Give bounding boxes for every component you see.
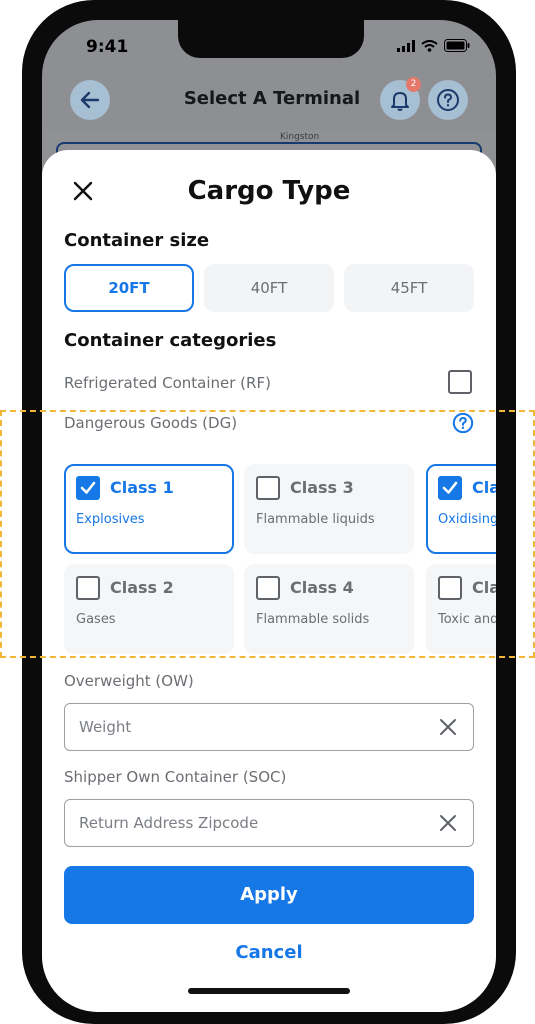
dg-class-4-card[interactable]: Class 4 Flammable solids [244, 564, 414, 654]
dg-class-3-checkbox[interactable] [256, 476, 280, 500]
check-icon [442, 481, 458, 494]
notifications-button[interactable]: 2 [380, 77, 421, 120]
dg-class-3-card[interactable]: Class 3 Flammable liquids [244, 464, 414, 554]
zipcode-input[interactable] [79, 810, 419, 836]
sheet-title: Cargo Type [187, 176, 351, 206]
question-circle-icon[interactable] [452, 412, 474, 434]
dg-class-1-checkbox[interactable] [76, 476, 100, 500]
dg-class-name: Class 2 [110, 578, 174, 597]
home-indicator[interactable] [188, 988, 350, 994]
dg-class-name: Class 3 [290, 478, 354, 497]
dg-class-desc: Gases [76, 612, 116, 627]
bell-icon [391, 92, 409, 111]
dg-class-1-card[interactable]: Class 1 Explosives [64, 464, 234, 554]
status-time: 9:41 [86, 37, 129, 57]
cancel-button[interactable]: Cancel [169, 942, 369, 963]
dg-class-desc: Flammable solids [256, 612, 370, 627]
refrigerated-label: Refrigerated Container (RF) [64, 374, 271, 392]
dg-class-5-checkbox[interactable] [438, 476, 462, 500]
dg-class-6-card[interactable]: Cla Toxic and substanc [426, 564, 496, 654]
dg-class-desc: Flammable liquids [256, 512, 375, 527]
weight-input[interactable] [79, 714, 419, 740]
dg-class-5-card[interactable]: Cla Oxidising & organic [426, 464, 496, 554]
battery-icon [444, 39, 470, 52]
question-circle-icon [437, 89, 459, 111]
status-icons [397, 39, 470, 52]
status-bar: 9:41 [42, 20, 496, 70]
arrow-left-icon [80, 91, 100, 109]
close-icon[interactable] [439, 814, 457, 832]
size-option-45ft[interactable]: 45FT [344, 264, 474, 312]
overweight-label: Overweight (OW) [64, 672, 194, 690]
signal-icon [397, 39, 415, 52]
phone-screen: 9:41 Select A Terminal 2 Kingston Cargo … [42, 20, 496, 1012]
refrigerated-checkbox[interactable] [448, 370, 472, 394]
dg-class-2-checkbox[interactable] [76, 576, 100, 600]
container-size-title: Container size [64, 230, 210, 251]
dangerous-goods-label: Dangerous Goods (DG) [64, 414, 238, 432]
size-option-20ft[interactable]: 20FT [64, 264, 194, 312]
dg-class-desc: Explosives [76, 512, 145, 527]
dg-class-name: Cla [472, 478, 496, 497]
size-option-40ft[interactable]: 40FT [204, 264, 334, 312]
close-icon[interactable] [439, 718, 457, 736]
notification-badge: 2 [406, 77, 421, 92]
dg-class-name: Cla [472, 578, 496, 597]
weight-field[interactable] [64, 703, 474, 751]
check-icon [80, 481, 96, 494]
cargo-type-sheet: Cargo Type Container size 20FT 40FT 45FT… [42, 150, 496, 1012]
back-button[interactable] [70, 80, 110, 120]
dg-class-name: Class 1 [110, 478, 174, 497]
dg-class-4-checkbox[interactable] [256, 576, 280, 600]
page-title: Select A Terminal [183, 88, 361, 109]
map-place-label: Kingston [280, 132, 320, 142]
apply-button[interactable]: Apply [64, 866, 474, 924]
dg-class-name: Class 4 [290, 578, 354, 597]
wifi-icon [421, 39, 438, 52]
container-categories-title: Container categories [64, 330, 277, 351]
soc-label: Shipper Own Container (SOC) [64, 768, 287, 786]
dg-class-desc: Toxic and substanc [438, 612, 496, 627]
dg-class-desc: Oxidising & organic [438, 512, 496, 527]
dg-class-2-card[interactable]: Class 2 Gases [64, 564, 234, 654]
app-header: Select A Terminal 2 [42, 70, 496, 130]
dg-class-6-checkbox[interactable] [438, 576, 462, 600]
help-button[interactable] [428, 80, 468, 120]
zipcode-field[interactable] [64, 799, 474, 847]
